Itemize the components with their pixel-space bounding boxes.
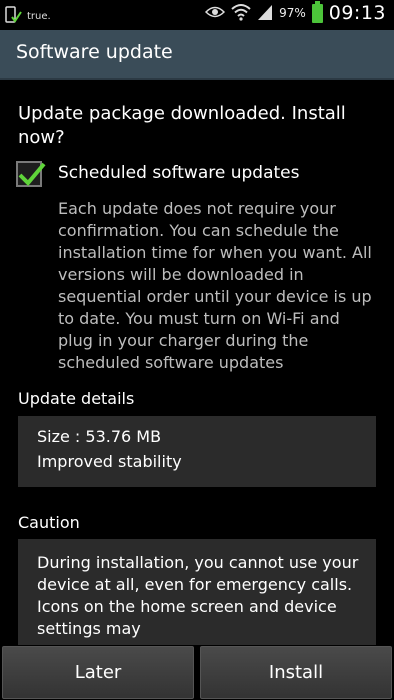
status-right: 97% 09:13 <box>205 0 386 24</box>
eye-icon <box>205 5 226 22</box>
button-bar: Later Install <box>0 645 394 700</box>
scheduled-updates-label[interactable]: Scheduled software updates <box>58 163 299 183</box>
settings-content[interactable]: Update package downloaded. Install now? … <box>0 80 394 645</box>
caution-text: During installation, you cannot use your… <box>37 553 359 638</box>
action-bar: Software update <box>0 30 394 80</box>
install-prompt: Update package downloaded. Install now? <box>18 103 346 148</box>
scheduled-updates-description: Each update does not require your confir… <box>58 199 372 372</box>
scheduled-updates-checkbox[interactable] <box>16 161 46 187</box>
checkmark-icon <box>18 162 46 186</box>
update-notes: Improved stability <box>37 452 182 471</box>
wifi-icon <box>231 3 251 24</box>
phone-check-icon <box>4 5 22 28</box>
battery-percent: 97% <box>279 6 306 20</box>
battery-icon <box>311 0 323 23</box>
status-left: true. <box>4 5 51 28</box>
clock: 09:13 <box>328 2 386 24</box>
caution-box: During installation, you cannot use your… <box>18 539 376 645</box>
update-size: Size : 53.76 MB <box>37 427 162 446</box>
install-button[interactable]: Install <box>200 646 392 699</box>
update-details-heading: Update details <box>18 389 135 408</box>
signal-icon <box>257 3 273 24</box>
later-button[interactable]: Later <box>2 646 194 699</box>
status-bar: true. 97% 09:13 <box>0 0 394 30</box>
page-title: Software update <box>16 41 173 63</box>
update-details-box: Size : 53.76 MB Improved stability <box>18 416 376 487</box>
caution-heading: Caution <box>18 513 80 532</box>
carrier-label: true. <box>27 11 51 22</box>
